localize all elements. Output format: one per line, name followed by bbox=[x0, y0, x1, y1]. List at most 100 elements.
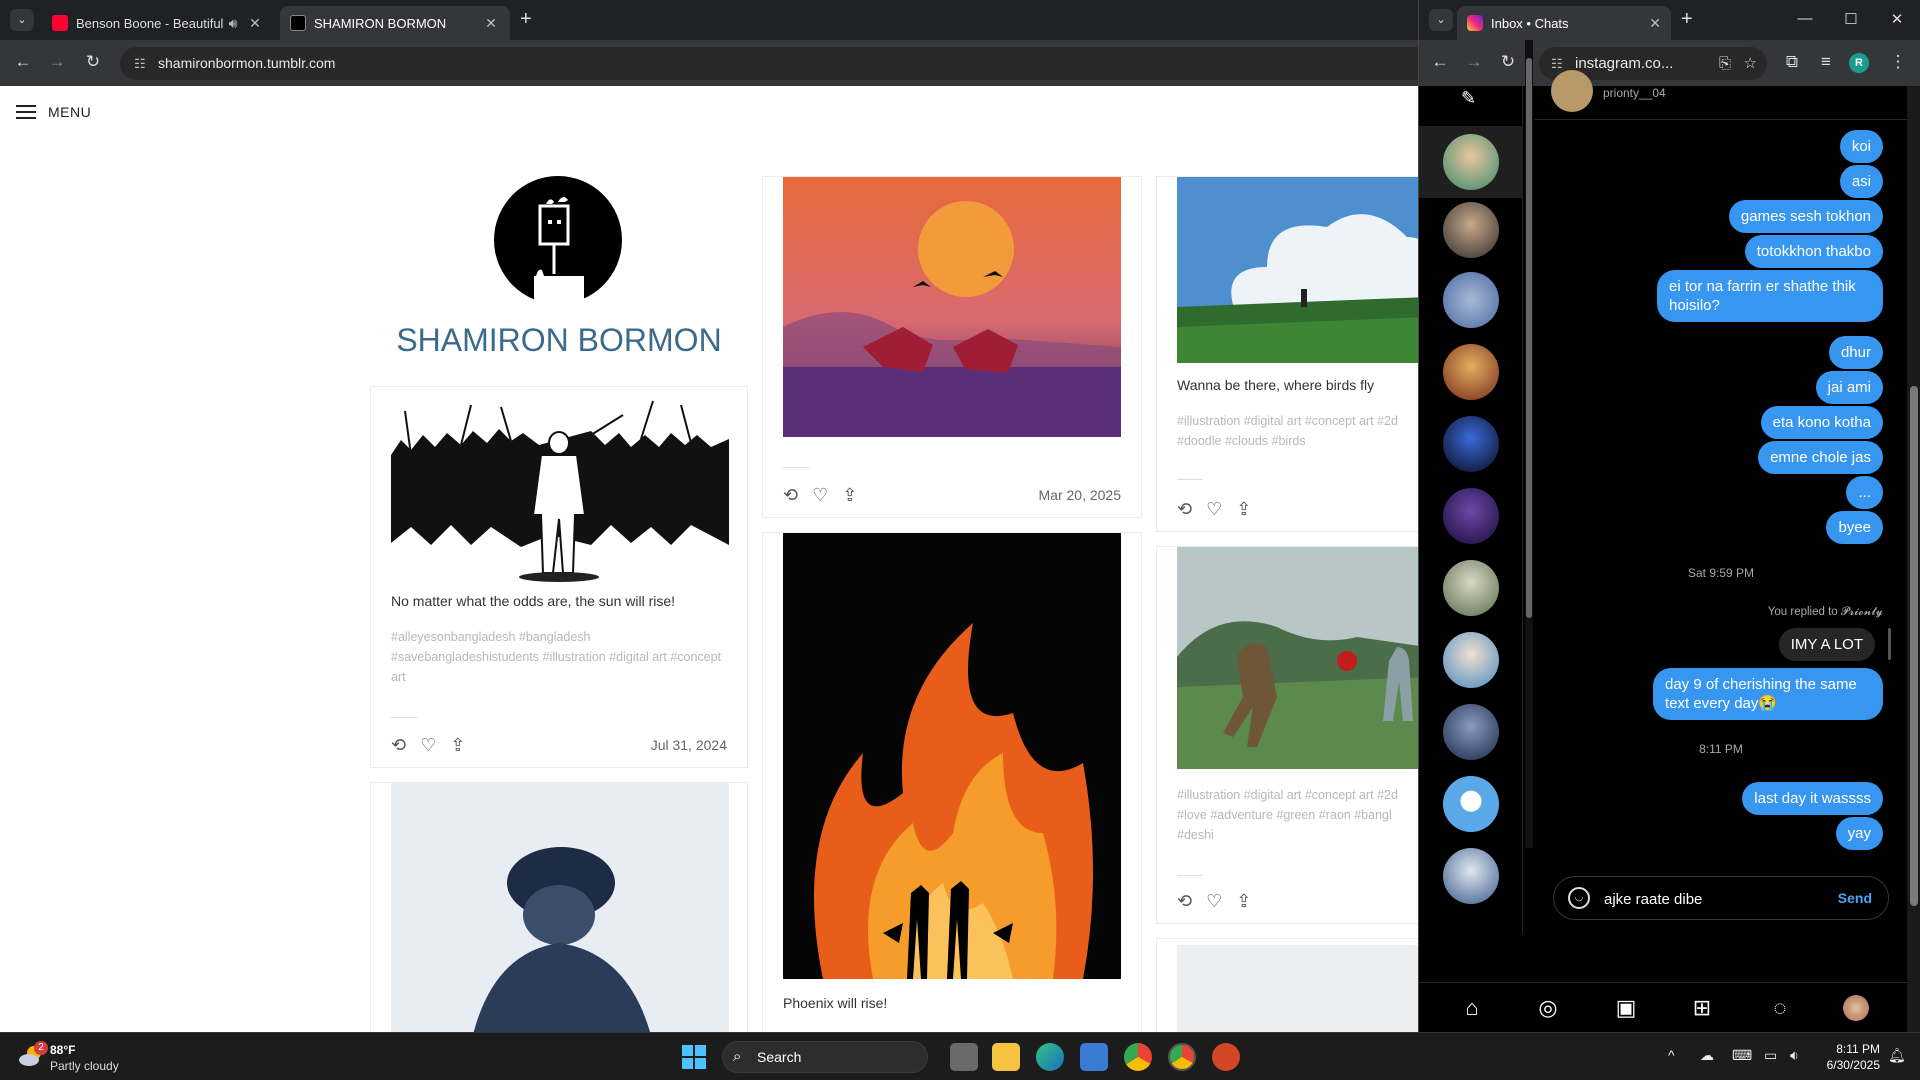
conversation-avatar[interactable] bbox=[1443, 560, 1499, 616]
reels-icon[interactable]: ▣ bbox=[1613, 995, 1639, 1021]
share-icon[interactable]: ⇪ bbox=[842, 485, 857, 506]
emoji-picker-icon[interactable]: ◡ bbox=[1568, 887, 1590, 909]
install-app-icon[interactable]: ⎘ bbox=[1719, 47, 1731, 80]
blog-avatar[interactable] bbox=[494, 176, 622, 304]
hooded-figure-illustration[interactable] bbox=[391, 783, 729, 1032]
tab-search-chevron-icon[interactable]: ⌄ bbox=[10, 9, 34, 31]
conversation-avatar[interactable] bbox=[1443, 488, 1499, 544]
tray-overflow-chevron-icon[interactable]: ^ bbox=[1668, 1047, 1675, 1063]
media-controls-icon[interactable]: ≡ bbox=[1815, 52, 1837, 72]
message-bubble[interactable]: ei tor na farrin er shathe thik hoisilo? bbox=[1657, 270, 1883, 322]
new-message-icon[interactable]: ✎ bbox=[1461, 88, 1476, 109]
chat-contact-name[interactable]: prionty__04 bbox=[1603, 86, 1666, 100]
message-bubble[interactable]: totokkhon thakbo bbox=[1744, 235, 1883, 268]
message-bubble[interactable]: eta kono kotha bbox=[1760, 406, 1883, 439]
maximize-icon[interactable]: ☐ bbox=[1841, 10, 1861, 28]
system-clock[interactable]: 8:11 PM 6/30/2025 bbox=[1810, 1041, 1880, 1073]
post-date[interactable]: Jul 31, 2024 bbox=[651, 737, 727, 753]
message-bubble[interactable]: last day it wassss bbox=[1742, 782, 1883, 815]
microsoft-store-icon[interactable] bbox=[1080, 1043, 1108, 1071]
tab-search-chevron-icon[interactable]: ⌄ bbox=[1429, 9, 1453, 31]
message-bubble[interactable]: koi bbox=[1839, 130, 1883, 163]
explore-compass-icon[interactable]: ◎ bbox=[1535, 995, 1561, 1021]
message-input[interactable] bbox=[1604, 887, 1824, 911]
post-date[interactable]: Mar 20, 2025 bbox=[1039, 487, 1122, 503]
like-heart-icon[interactable]: ♡ bbox=[1206, 891, 1222, 912]
create-plus-icon[interactable]: ⊞ bbox=[1689, 995, 1715, 1021]
share-icon[interactable]: ⇪ bbox=[1236, 891, 1251, 912]
close-window-icon[interactable]: ✕ bbox=[1887, 10, 1907, 28]
taskbar-search[interactable]: ⌕ Search bbox=[722, 1041, 928, 1073]
reblog-icon[interactable]: ⟲ bbox=[391, 735, 406, 756]
powerpoint-icon[interactable] bbox=[1212, 1043, 1240, 1071]
close-tab-icon[interactable]: ✕ bbox=[246, 15, 264, 32]
volume-icon[interactable]: 🔉︎ bbox=[1790, 1047, 1799, 1064]
send-button[interactable]: Send bbox=[1838, 890, 1872, 906]
conversation-avatar[interactable] bbox=[1443, 202, 1499, 258]
speaker-icon[interactable]: 🔊︎ bbox=[224, 15, 242, 32]
share-icon[interactable]: ⇪ bbox=[450, 735, 465, 756]
new-tab-plus-icon[interactable]: + bbox=[1681, 8, 1693, 31]
edge-icon[interactable] bbox=[1036, 1043, 1064, 1071]
like-heart-icon[interactable]: ♡ bbox=[1206, 499, 1222, 520]
weather-temperature[interactable]: 88°F bbox=[50, 1043, 75, 1057]
conversation-avatar[interactable] bbox=[1443, 776, 1499, 832]
message-bubble[interactable]: emne chole jas bbox=[1758, 441, 1883, 474]
post-image[interactable] bbox=[1177, 945, 1418, 1032]
conversation-avatar[interactable] bbox=[1443, 344, 1499, 400]
reblog-icon[interactable]: ⟲ bbox=[1177, 499, 1192, 520]
weather-partly-cloudy-icon[interactable]: 2 bbox=[18, 1041, 48, 1068]
forward-arrow-icon[interactable]: → bbox=[46, 52, 68, 72]
post-tags[interactable]: #illustration #digital art #concept art … bbox=[1177, 785, 1417, 845]
forward-arrow-icon[interactable]: → bbox=[1463, 52, 1485, 72]
message-bubble[interactable]: asi bbox=[1839, 165, 1883, 198]
extensions-puzzle-icon[interactable]: ⧉ bbox=[1781, 52, 1803, 72]
message-bubble[interactable]: dhur bbox=[1828, 336, 1883, 369]
phoenix-fire-illustration[interactable] bbox=[783, 533, 1121, 979]
conversation-avatar[interactable] bbox=[1443, 416, 1499, 472]
couple-field-illustration[interactable] bbox=[1177, 547, 1418, 769]
minimize-icon[interactable]: — bbox=[1795, 10, 1815, 27]
conversation-avatar[interactable] bbox=[1443, 134, 1499, 190]
clouds-field-illustration[interactable] bbox=[1177, 177, 1418, 363]
reblog-icon[interactable]: ⟲ bbox=[783, 485, 798, 506]
close-tab-icon[interactable]: ✕ bbox=[1649, 15, 1661, 32]
address-bar[interactable]: ☷ shamironbormon.tumblr.com bbox=[120, 47, 1418, 80]
more-menu-icon[interactable]: ⋮ bbox=[1887, 52, 1909, 72]
quoted-reply-bubble[interactable]: IMY A LOT bbox=[1778, 628, 1875, 661]
chat-contact-avatar[interactable] bbox=[1551, 70, 1593, 112]
conversation-avatar[interactable] bbox=[1443, 632, 1499, 688]
chrome-icon[interactable] bbox=[1124, 1043, 1152, 1071]
reload-icon[interactable]: ↻ bbox=[1497, 52, 1519, 72]
weather-description[interactable]: Partly cloudy bbox=[50, 1059, 119, 1073]
site-info-icon[interactable]: ☷ bbox=[134, 47, 146, 80]
tab-tumblr[interactable]: SHAMIRON BORMON ✕ bbox=[280, 6, 510, 40]
reload-icon[interactable]: ↻ bbox=[82, 52, 104, 72]
back-arrow-icon[interactable]: ← bbox=[12, 52, 34, 72]
menu-button[interactable]: MENU bbox=[16, 104, 91, 120]
blog-title[interactable]: SHAMIRON BORMON bbox=[370, 322, 748, 359]
like-heart-icon[interactable]: ♡ bbox=[420, 735, 436, 756]
keyboard-icon[interactable]: ⌨ bbox=[1732, 1047, 1752, 1064]
message-bubble[interactable]: yay bbox=[1835, 817, 1883, 850]
conversation-avatar[interactable] bbox=[1443, 272, 1499, 328]
conversation-avatar[interactable] bbox=[1443, 848, 1499, 904]
message-bubble[interactable]: jai ami bbox=[1815, 371, 1883, 404]
message-bubble[interactable]: day 9 of cherishing the same text every … bbox=[1653, 668, 1883, 720]
back-arrow-icon[interactable]: ← bbox=[1429, 52, 1451, 72]
sunset-riders-illustration[interactable] bbox=[783, 177, 1121, 437]
like-heart-icon[interactable]: ♡ bbox=[812, 485, 828, 506]
conversation-avatar[interactable] bbox=[1443, 704, 1499, 760]
message-bubble[interactable]: games sesh tokhon bbox=[1728, 200, 1883, 233]
page-scrollbar[interactable] bbox=[1907, 86, 1920, 1032]
profile-avatar[interactable]: R bbox=[1849, 53, 1869, 73]
crowd-illustration[interactable] bbox=[391, 395, 729, 585]
profile-avatar[interactable] bbox=[1843, 995, 1869, 1021]
network-icon[interactable]: ▭ bbox=[1764, 1047, 1777, 1064]
tab-instagram[interactable]: Inbox • Chats ✕ bbox=[1457, 6, 1671, 40]
post-tags[interactable]: #alleyesonbangladesh #bangladesh #saveba… bbox=[391, 627, 731, 687]
message-bubble[interactable]: byee bbox=[1826, 511, 1883, 544]
new-tab-plus-icon[interactable]: + bbox=[520, 8, 532, 31]
share-icon[interactable]: ⇪ bbox=[1236, 499, 1251, 520]
post-tags[interactable]: #illustration #digital art #concept art … bbox=[1177, 411, 1417, 451]
